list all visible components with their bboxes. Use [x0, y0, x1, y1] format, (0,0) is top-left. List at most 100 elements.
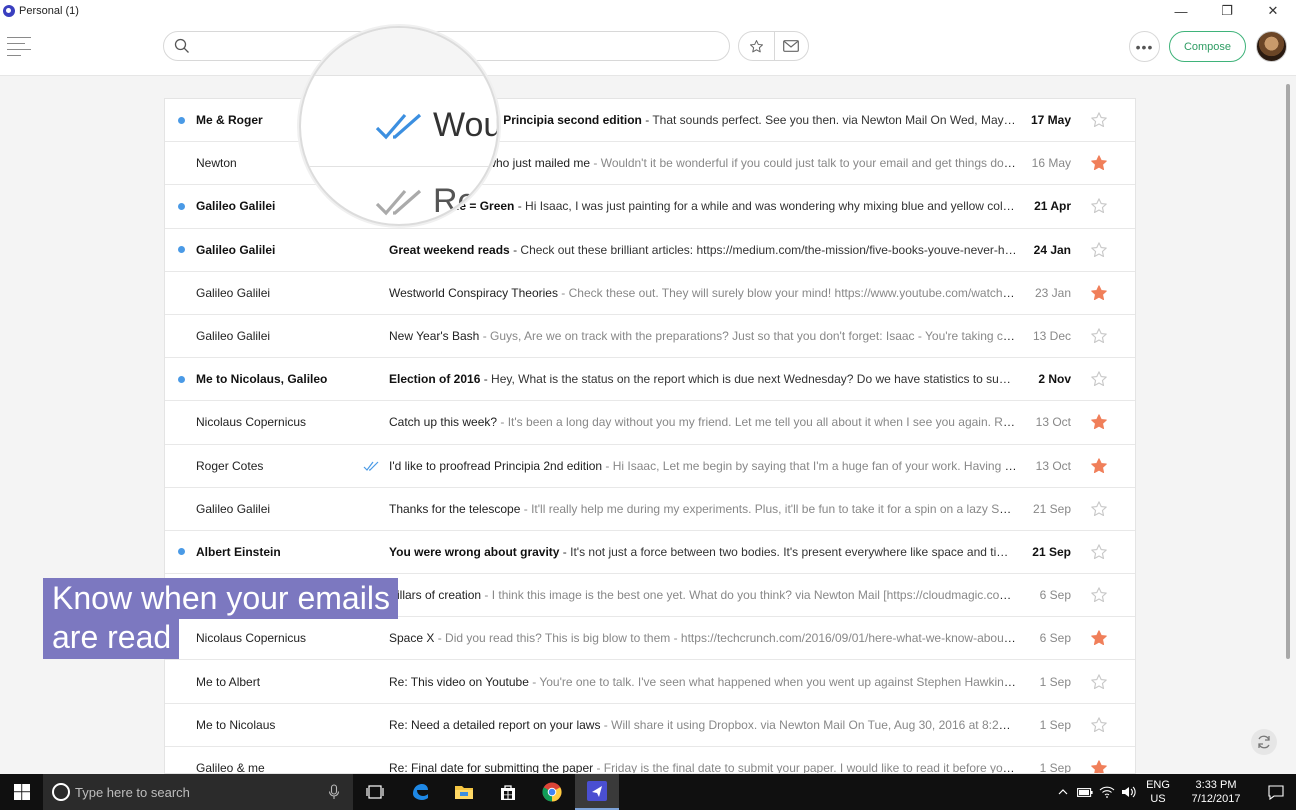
- taskbar-search[interactable]: Type here to search: [43, 774, 353, 810]
- star-outline-icon[interactable]: [1090, 543, 1108, 561]
- email-subject: Thanks for the telescope: [389, 501, 521, 516]
- cortana-icon: [52, 783, 70, 801]
- microphone-icon[interactable]: [327, 784, 341, 800]
- email-row[interactable]: Me to Nicolaus Re: Need a detailed report…: [165, 704, 1135, 747]
- minimize-button[interactable]: —: [1158, 0, 1204, 22]
- email-subject-line: Re: Final date for submitting the paper …: [389, 760, 1017, 774]
- email-row[interactable]: Galileo Galilei New Year's Bash - Guys, A…: [165, 315, 1135, 359]
- menu-icon[interactable]: [7, 37, 31, 56]
- star-filled-icon[interactable]: [1090, 413, 1108, 431]
- email-date: 2 Nov: [1038, 372, 1071, 387]
- email-row[interactable]: Galileo Galilei Great weekend reads - Che…: [165, 229, 1135, 272]
- task-view-icon[interactable]: [353, 774, 397, 810]
- star-filled-icon[interactable]: [1090, 154, 1108, 172]
- restore-button[interactable]: ❐: [1204, 0, 1250, 22]
- star-outline-icon[interactable]: [1090, 716, 1108, 734]
- star-outline-icon[interactable]: [1090, 586, 1108, 604]
- star-outline-icon[interactable]: [1090, 241, 1108, 259]
- magnifier-text-1: Wou: [433, 106, 499, 144]
- email-snippet: - It'll really help me during my experim…: [520, 501, 1017, 516]
- email-row[interactable]: Me to Albert Re: This video on Youtube - …: [165, 660, 1135, 704]
- refresh-button[interactable]: [1251, 729, 1277, 755]
- email-row[interactable]: Albert Einstein You were wrong about grav…: [165, 531, 1135, 575]
- email-row[interactable]: Galileo Galilei Yellow + Blue = Green - H…: [165, 185, 1135, 229]
- email-snippet: - You're one to talk. I've seen what hap…: [528, 674, 1017, 689]
- title-bar: Personal (1) — ❐ ✕: [0, 0, 1296, 22]
- action-center-icon[interactable]: [1256, 774, 1296, 810]
- more-options-button[interactable]: •••: [1129, 31, 1160, 62]
- email-subject: Space X: [389, 631, 435, 646]
- email-snippet: - Friday is the final date to submit you…: [593, 760, 1017, 774]
- email-subject-line: Westworld Conspiracy Theories - Check th…: [389, 286, 1017, 300]
- scrollbar[interactable]: [1286, 84, 1290, 659]
- email-subject: Re: This video on Youtube: [389, 674, 529, 689]
- email-row[interactable]: Nicolaus Copernicus Space X - Did you rea…: [165, 617, 1135, 661]
- email-snippet: - It's not just a force between two bodi…: [559, 544, 1017, 559]
- email-date: 13 Oct: [1035, 458, 1071, 473]
- email-subject-line: I'd like to proofread Principia 2nd edit…: [389, 459, 1017, 473]
- wifi-icon[interactable]: [1096, 774, 1118, 810]
- unread-dot: [178, 375, 185, 383]
- magnifier-text-2: Re: [433, 182, 477, 220]
- email-row[interactable]: Nicolaus Copernicus Catch up this week? -…: [165, 401, 1135, 445]
- battery-icon[interactable]: [1074, 774, 1096, 810]
- starred-filter-button[interactable]: [739, 32, 774, 60]
- language-indicator[interactable]: ENG US: [1140, 778, 1176, 806]
- email-row[interactable]: Galileo & me Re: Final date for submittin…: [165, 747, 1135, 774]
- star-filled-icon[interactable]: [1090, 629, 1108, 647]
- email-date: 23 Jan: [1034, 285, 1071, 300]
- magnifier-toolbar-area: [301, 28, 497, 76]
- star-outline-icon[interactable]: [1090, 500, 1108, 518]
- email-row[interactable]: Galileo Galilei Thanks for the telescope …: [165, 488, 1135, 531]
- store-icon[interactable]: [486, 774, 530, 810]
- email-row[interactable]: Roger Cotes I'd like to proofread Princip…: [165, 445, 1135, 488]
- compose-button[interactable]: Compose: [1169, 31, 1246, 62]
- email-sender: Galileo Galilei: [196, 329, 271, 344]
- chevron-up-icon[interactable]: [1052, 774, 1074, 810]
- app-window: Personal (1) — ❐ ✕ ••• Compose Me & Roge…: [0, 0, 1296, 810]
- start-button[interactable]: [0, 774, 43, 810]
- file-explorer-icon[interactable]: [442, 774, 486, 810]
- star-outline-icon[interactable]: [1090, 673, 1108, 691]
- star-outline-icon[interactable]: [1090, 197, 1108, 215]
- unread-filter-button[interactable]: [773, 32, 809, 60]
- email-date: 1 Sep: [1039, 760, 1071, 774]
- unread-dot: [178, 548, 185, 556]
- email-sender: Me to Albert: [196, 674, 261, 689]
- edge-browser-icon[interactable]: [398, 774, 442, 810]
- email-date: 13 Dec: [1032, 329, 1071, 344]
- email-subject-line: Election of 2016 - Hey, What is the stat…: [389, 372, 1017, 386]
- email-list: Me & Roger I'd like to proofread Principi…: [164, 98, 1136, 774]
- email-snippet: - Guys, Are we on track with the prepara…: [479, 329, 1017, 344]
- star-filled-icon[interactable]: [1090, 759, 1108, 774]
- email-subject: Catch up this week?: [389, 415, 498, 430]
- close-button[interactable]: ✕: [1250, 0, 1296, 22]
- email-snippet: - I think this image is the best one yet…: [481, 588, 1017, 603]
- star-filled-icon[interactable]: [1090, 457, 1108, 475]
- email-subject-line: You were wrong about gravity - It's not …: [389, 545, 1017, 559]
- email-row[interactable]: Galileo Galilei Westworld Conspiracy Theo…: [165, 272, 1135, 315]
- star-filled-icon[interactable]: [1090, 284, 1108, 302]
- star-outline-icon[interactable]: [1090, 111, 1108, 129]
- taskbar-clock[interactable]: 3:33 PM 7/12/2017: [1176, 778, 1256, 806]
- clock-date: 7/12/2017: [1191, 793, 1241, 805]
- email-snippet: - Check out these brilliant articles: ht…: [509, 242, 1017, 257]
- email-date: 17 May: [1030, 113, 1071, 128]
- email-subject-line: Pillars of creation - I think this image…: [389, 588, 1017, 602]
- newton-mail-taskbar-icon[interactable]: [575, 774, 619, 810]
- unread-dot: [178, 246, 185, 254]
- chrome-icon[interactable]: [530, 774, 574, 810]
- taskbar-search-placeholder: Type here to search: [75, 784, 190, 800]
- email-snippet: - Hi Isaac, Let me begin by saying that …: [602, 458, 1017, 473]
- email-subject: Re: Need a detailed report on your laws: [389, 717, 601, 732]
- avatar[interactable]: [1256, 31, 1287, 62]
- star-outline-icon[interactable]: [1090, 370, 1108, 388]
- email-date: 1 Sep: [1039, 674, 1071, 689]
- email-row[interactable]: Me to Nicolaus, Galileo Election of 2016 …: [165, 358, 1135, 402]
- email-sender: Me to Nicolaus, Galileo: [196, 372, 328, 387]
- email-snippet: - Hi Isaac, I was just painting for a wh…: [517, 199, 1017, 214]
- volume-icon[interactable]: [1118, 774, 1140, 810]
- star-outline-icon[interactable]: [1090, 327, 1108, 345]
- email-date: 21 Sep: [1032, 544, 1071, 559]
- email-subject-line: Catch up this week? - It's been a long d…: [389, 415, 1017, 429]
